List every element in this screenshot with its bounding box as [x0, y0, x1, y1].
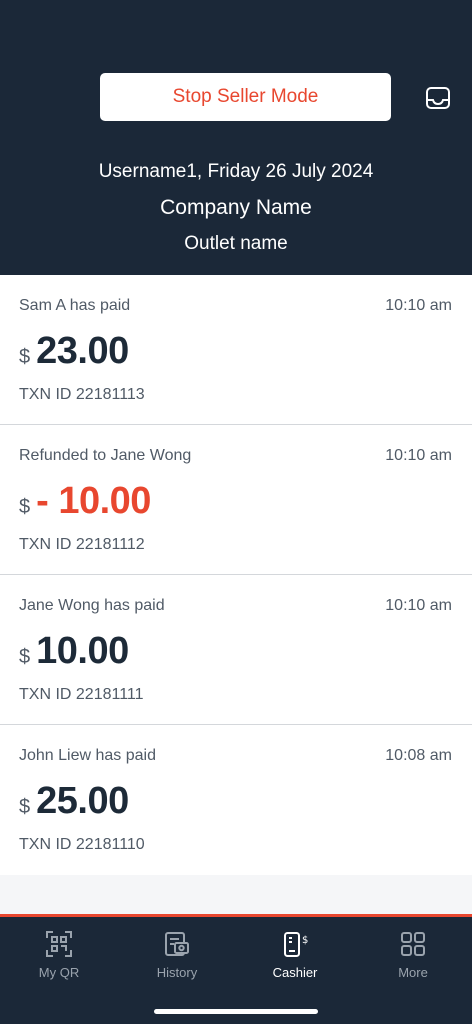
nav-label: Cashier	[272, 965, 318, 980]
nav-item-more[interactable]: More	[354, 929, 472, 985]
transaction-id: TXN ID 22181110	[19, 836, 145, 853]
user-date-line: Username1, Friday 26 July 2024	[98, 161, 374, 182]
home-indicator	[154, 1009, 318, 1014]
transaction-id: TXN ID 22181111	[19, 686, 144, 703]
transaction-description: Jane Wong has paid	[19, 597, 165, 614]
transaction-id: TXN ID 22181112	[19, 536, 145, 553]
header: Stop Seller Mode Username1, Friday 26 Ju…	[0, 0, 472, 275]
transaction-item[interactable]: Sam A has paid 10:10 am $ 23.00 TXN ID 2…	[0, 275, 472, 425]
cashier-icon: $	[284, 932, 308, 957]
transaction-description: Refunded to Jane Wong	[19, 447, 192, 464]
nav-item-cashier[interactable]: $ Cashier	[236, 929, 354, 985]
inbox-icon	[426, 87, 450, 109]
transaction-item[interactable]: John Liew has paid 10:08 am $ 25.00 TXN …	[0, 725, 472, 875]
transaction-time: 10:08 am	[385, 747, 452, 764]
stop-seller-mode-button[interactable]: Stop Seller Mode	[100, 73, 391, 121]
transaction-time: 10:10 am	[385, 297, 452, 314]
transaction-amount: 23.00	[36, 330, 129, 372]
currency-symbol: $	[19, 346, 31, 368]
company-name: Company Name	[160, 196, 312, 219]
nav-label: More	[398, 965, 428, 980]
nav-item-my-qr[interactable]: My QR	[0, 929, 118, 985]
transaction-time: 10:10 am	[385, 597, 452, 614]
grid-icon	[401, 932, 425, 956]
outlet-name: Outlet name	[184, 233, 288, 254]
nav-label: History	[156, 965, 198, 980]
qr-code-icon	[46, 931, 72, 957]
history-icon	[165, 932, 189, 956]
transaction-amount: 10.00	[36, 630, 129, 672]
nav-label: My QR	[38, 965, 80, 980]
transaction-amount: 25.00	[36, 780, 129, 822]
transaction-description: John Liew has paid	[19, 747, 156, 764]
transaction-description: Sam A has paid	[19, 297, 131, 314]
svg-text:$: $	[302, 935, 308, 946]
nav-item-history[interactable]: History	[118, 929, 236, 985]
transaction-list: Sam A has paid 10:10 am $ 23.00 TXN ID 2…	[0, 275, 472, 875]
inbox-button[interactable]	[424, 84, 452, 112]
currency-symbol: $	[19, 496, 31, 518]
bottom-navigation: My QR History $ Cashier More	[0, 914, 472, 1024]
transaction-item[interactable]: Refunded to Jane Wong 10:10 am $ - 10.00…	[0, 425, 472, 575]
transaction-time: 10:10 am	[385, 447, 452, 464]
currency-symbol: $	[19, 796, 31, 818]
transaction-amount: - 10.00	[36, 480, 151, 522]
transaction-id: TXN ID 22181113	[19, 386, 145, 403]
currency-symbol: $	[19, 646, 31, 668]
transaction-item[interactable]: Jane Wong has paid 10:10 am $ 10.00 TXN …	[0, 575, 472, 725]
